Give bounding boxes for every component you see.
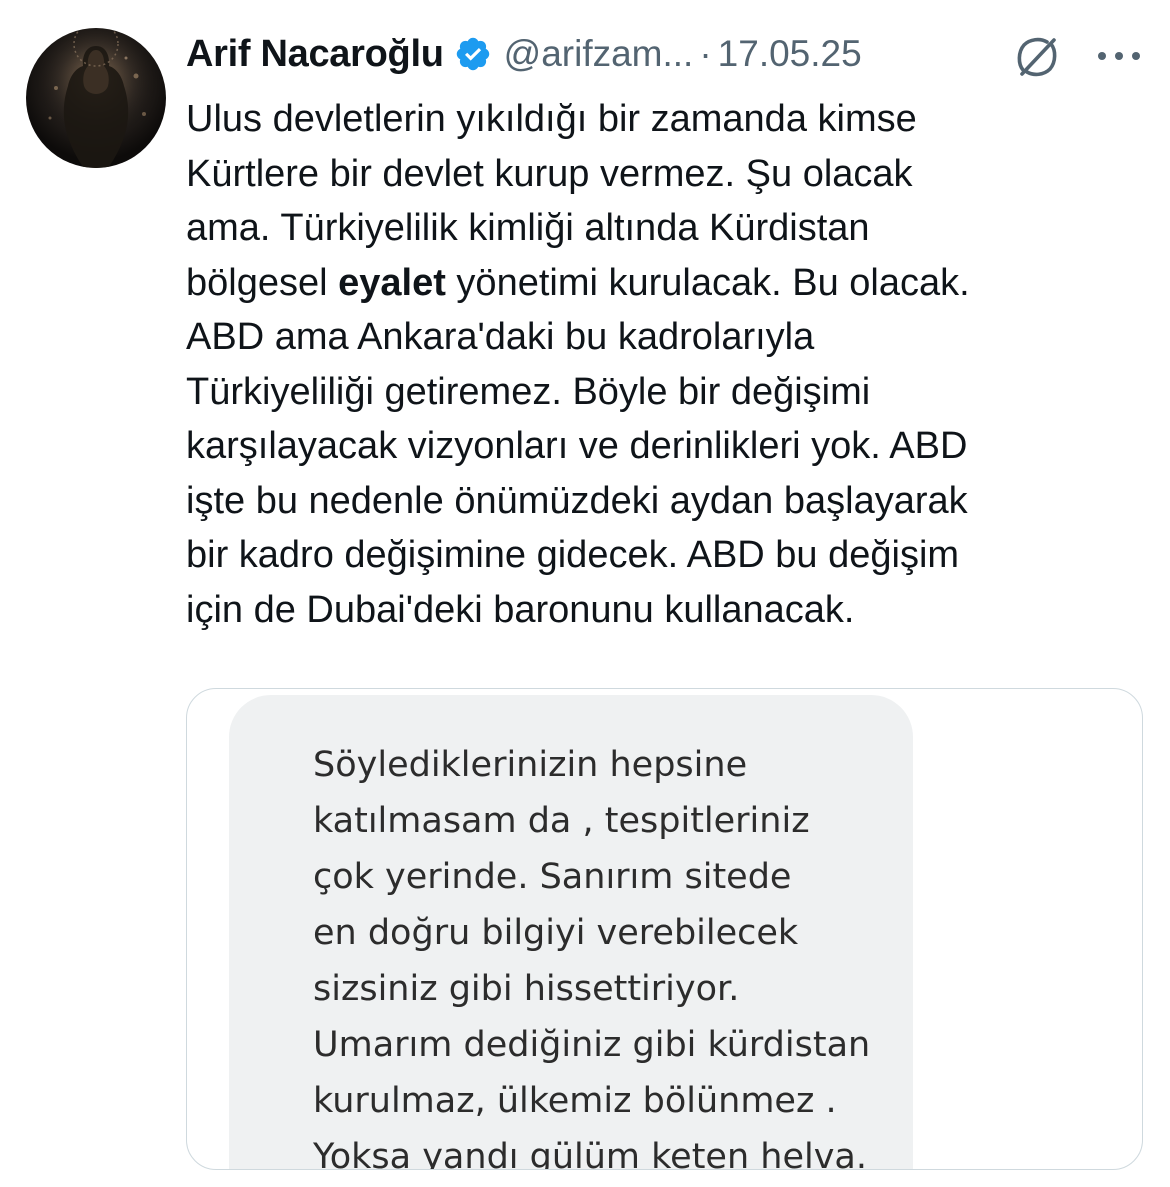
screenshot-image: Söylediklerinizin hepsine katılmasam da … [229,695,913,1170]
tweet-text-line: bölgesel eyalet yönetimi kurulacak. Bu o… [186,256,1146,311]
bold-keyword: eyalet [338,261,446,304]
grok-icon[interactable] [1014,34,1060,80]
screenshot-line: en doğru bilgiyi verebilecek [313,913,799,953]
display-name[interactable]: Arif Nacaroğlu [186,33,444,76]
tweet-text-line: ama. Türkiyelilik kimliği altında Kürdis… [186,207,870,249]
more-options-icon[interactable] [1094,44,1144,68]
timestamp[interactable]: 17.05.25 [718,33,862,75]
handle[interactable]: @arifzam... [504,33,694,75]
screenshot-line: katılmasam da , tespitleriniz [313,801,810,841]
verified-badge-icon [456,37,489,71]
tweet-text-segment: bölgesel [186,261,339,304]
separator-dot: · [699,33,712,74]
tweet-text-line: için de Dubai'deki baronunu kullanacak. [186,588,855,631]
avatar-figure-icon [26,28,166,168]
tweet-header: Arif Nacaroğlu @arifzam... · 17.05.25 [186,30,862,78]
tweet-text-line: Kürtlere bir devlet kurup vermez. Şu ola… [186,152,913,195]
screenshot-line: sizsiniz gibi hissettiriyor. [313,969,740,1009]
screenshot-line: çok yerinde. Sanırım sitede [313,857,792,897]
tweet[interactable]: Arif Nacaroğlu @arifzam... · 17.05.25 Ul… [0,0,1170,1187]
tweet-text-line: karşılayacak vizyonları ve derinlikleri … [186,425,968,467]
screenshot-line: kurulmaz, ülkemiz bölünmez . [313,1081,837,1121]
screenshot-line: Söylediklerinizin hepsine [313,745,748,785]
tweet-text-segment: yönetimi kurulacak. Bu olacak. [445,261,970,304]
tweet-text-line: Ulus devletlerin yıkıldığı bir zamanda k… [186,98,917,140]
tweet-text-line: işte bu nedenle önümüzdeki aydan başlaya… [186,479,968,522]
tweet-text-line: Türkiyeliliği getiremez. Böyle bir değiş… [186,370,871,413]
screenshot-line: Umarım dediğiniz gibi kürdistan [313,1025,871,1065]
avatar[interactable] [26,28,166,168]
media-attachment[interactable]: Söylediklerinizin hepsine katılmasam da … [186,688,1143,1170]
tweet-text-line: ABD ama Ankara'daki bu kadrolarıyla [186,316,815,358]
screenshot-line: Yoksa yandı gülüm keten helva. [313,1137,868,1170]
screenshot-message: Söylediklerinizin hepsine katılmasam da … [313,737,871,1170]
tweet-text: Ulus devletlerin yıkıldığı bir zamanda k… [186,92,1146,637]
tweet-text-line: bir kadro değişimine gidecek. ABD bu değ… [186,534,960,576]
